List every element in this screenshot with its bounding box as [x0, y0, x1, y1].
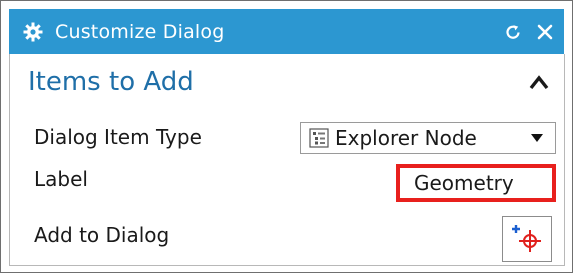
explorer-node-icon [309, 128, 329, 148]
gear-icon[interactable] [21, 20, 45, 44]
group-title: Items to Add [28, 67, 194, 97]
dialog-item-type-row: Dialog Item Type Explorer Node [10, 116, 564, 158]
dialog-item-type-label: Dialog Item Type [34, 125, 202, 149]
label-text-field[interactable]: Geometry [396, 164, 556, 202]
dialog-item-type-value: Explorer Node [335, 126, 477, 150]
items-to-add-group: Items to Add Dialog Item Type Explorer N… [9, 54, 565, 266]
caret-down-icon [529, 130, 545, 146]
close-icon[interactable] [532, 19, 558, 45]
add-point-icon [511, 221, 543, 258]
customize-dialog: Customize Dialog Items to Add Dialog Ite… [0, 0, 573, 273]
dialog-titlebar[interactable]: Customize Dialog [1, 1, 572, 54]
add-to-dialog-button[interactable] [502, 216, 552, 262]
add-to-dialog-label: Add to Dialog [34, 223, 170, 247]
dialog-item-type-dropdown[interactable]: Explorer Node [300, 122, 556, 154]
dialog-title: Customize Dialog [55, 20, 225, 43]
group-header[interactable]: Items to Add [10, 54, 564, 110]
reset-icon[interactable] [500, 19, 526, 45]
label-row: Label Geometry [10, 158, 564, 202]
label-field-label: Label [34, 167, 88, 191]
add-to-dialog-row: Add to Dialog [10, 214, 564, 262]
chevron-up-icon[interactable] [526, 69, 552, 95]
